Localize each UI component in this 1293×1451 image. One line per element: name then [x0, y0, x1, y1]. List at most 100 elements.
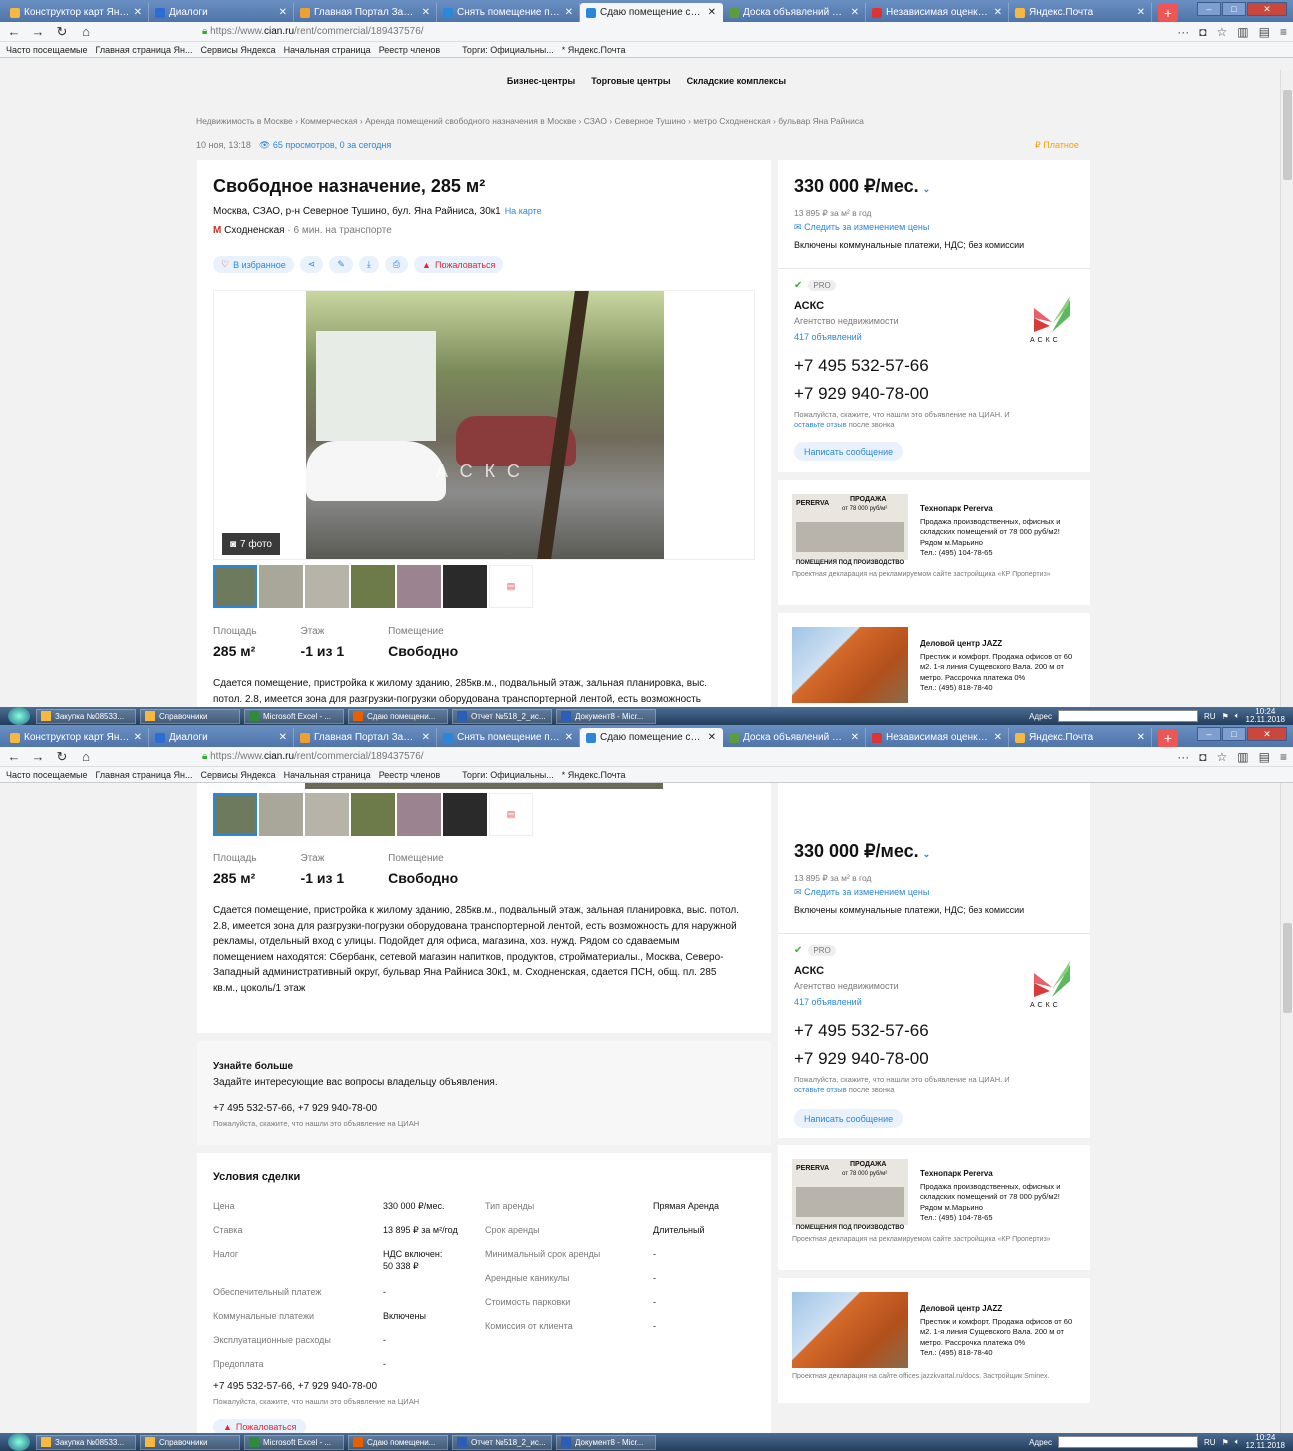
complain-button[interactable]: ▲ Пожаловаться — [213, 1419, 307, 1433]
tab-4-active[interactable]: Сдаю помещение свободно...✕ — [580, 728, 723, 747]
back-icon[interactable]: ← — [6, 24, 22, 39]
close-window-button[interactable]: ✕ — [1247, 727, 1287, 741]
sidebar-icon[interactable]: ▤ — [1259, 25, 1270, 39]
tab-7[interactable]: Яндекс.Почта ✕ — [1009, 3, 1152, 22]
share-button[interactable]: ⋖ — [299, 256, 324, 273]
close-icon[interactable]: ✕ — [994, 732, 1002, 743]
bookmark-item[interactable]: Главная страница Ян... — [96, 770, 193, 780]
language-indicator[interactable]: RU — [1204, 712, 1216, 721]
forward-icon[interactable]: → — [30, 749, 46, 764]
bookmark-item[interactable]: Сервисы Яндекса — [201, 770, 276, 780]
bookmark-item[interactable]: Реестр членов — [379, 770, 440, 780]
thumbnail[interactable] — [305, 793, 349, 836]
bookmark-item[interactable]: Реестр членов — [379, 45, 440, 55]
tab-4-active[interactable]: Сдаю помещение свободно...✕ — [580, 3, 723, 22]
nav-warehouses[interactable]: Складские комплексы — [687, 76, 787, 86]
thumbnail[interactable] — [213, 793, 257, 836]
close-icon[interactable]: ✕ — [134, 7, 142, 18]
bookmark-item[interactable]: Главная страница Ян... — [96, 45, 193, 55]
bookmark-item[interactable]: Часто посещаемые — [6, 45, 88, 55]
edit-button[interactable]: ✎ — [329, 256, 353, 273]
url-bar[interactable]: 🔒︎ https://www.cian.ru/rent/commercial/1… — [202, 751, 424, 762]
close-window-button[interactable]: ✕ — [1247, 2, 1287, 16]
volume-icon[interactable]: 🔈︎ — [1235, 1437, 1240, 1447]
tab-0[interactable]: Конструктор карт Яндекса✕ — [4, 3, 149, 22]
volume-icon[interactable]: 🔈︎ — [1235, 711, 1240, 721]
agency-listings-link[interactable]: 417 объявлений — [794, 997, 862, 1007]
back-icon[interactable]: ← — [6, 749, 22, 764]
photo-count-button[interactable]: ◙ 7 фото — [222, 533, 280, 555]
bookmark-item[interactable]: Торги: Официальны... — [462, 45, 554, 55]
taskbar-item[interactable]: Отчет №518_2_ис... — [452, 1434, 552, 1450]
page-actions-icon[interactable]: ··· — [1177, 25, 1189, 39]
pocket-icon[interactable]: ◘ — [1199, 25, 1206, 39]
taskbar-item[interactable]: Закупка №08533... — [36, 1434, 136, 1450]
close-icon[interactable]: ✕ — [851, 732, 859, 743]
agency-listings-link[interactable]: 417 объявлений — [794, 332, 862, 342]
print-button[interactable]: ⎙ — [384, 256, 409, 273]
write-message-button[interactable]: Написать сообщение — [794, 1109, 904, 1128]
bookmark-star-icon[interactable]: ☆ — [1217, 750, 1228, 764]
home-icon[interactable]: ⌂ — [78, 24, 94, 39]
deal-phones[interactable]: +7 495 532-57-66, +7 929 940-78-00 — [213, 1381, 377, 1392]
tab-1[interactable]: Диалоги ✕ — [149, 728, 294, 747]
more-info-phones[interactable]: +7 495 532-57-66, +7 929 940-78-00 — [213, 1103, 377, 1114]
bookmark-item[interactable]: * Яндекс.Почта — [562, 770, 626, 780]
minimize-button[interactable]: – — [1197, 2, 1221, 16]
bookmark-star-icon[interactable]: ☆ — [1217, 25, 1228, 39]
close-icon[interactable]: ✕ — [422, 7, 430, 18]
tab-3[interactable]: Снять помещение под общ...✕ — [437, 3, 580, 22]
menu-icon[interactable]: ≡ — [1280, 25, 1287, 39]
close-icon[interactable]: ✕ — [994, 7, 1002, 18]
map-link[interactable]: На карте — [505, 206, 542, 216]
maximize-button[interactable]: □ — [1222, 2, 1246, 16]
scrollbar[interactable] — [1280, 783, 1293, 1433]
close-icon[interactable]: ✕ — [279, 732, 287, 743]
phone-primary[interactable]: +7 495 532-57-66 — [794, 356, 929, 376]
breadcrumb[interactable]: Недвижимость в Москве › Коммерческая › А… — [196, 116, 864, 126]
taskbar-item[interactable]: Документ8 - Micr... — [556, 708, 656, 724]
tab-0[interactable]: Конструктор карт Яндекса✕ — [4, 728, 149, 747]
reload-icon[interactable]: ↻ — [54, 24, 70, 40]
start-button[interactable] — [8, 707, 30, 725]
taskbar-item[interactable]: Microsoft Excel - ... — [244, 1434, 344, 1450]
address-input[interactable] — [1058, 1436, 1198, 1448]
taskbar-item[interactable]: Справочники — [140, 708, 240, 724]
page-actions-icon[interactable]: ··· — [1177, 750, 1189, 764]
thumbnail[interactable] — [397, 565, 441, 608]
close-icon[interactable]: ✕ — [279, 7, 287, 18]
clock[interactable]: 10:24 12.11.2018 — [1246, 708, 1285, 724]
chevron-down-icon[interactable]: ⌄ — [923, 849, 931, 859]
close-icon[interactable]: ✕ — [1137, 7, 1145, 18]
chevron-down-icon[interactable]: ⌄ — [923, 184, 931, 194]
bookmark-item[interactable]: * Яндекс.Почта — [562, 45, 626, 55]
complain-button[interactable]: ▲ Пожаловаться — [414, 256, 504, 273]
bookmark-item[interactable]: Начальная страница — [284, 770, 371, 780]
taskbar-item[interactable]: Отчет №518_2_ис... — [452, 708, 552, 724]
agency-name[interactable]: АСКС — [794, 300, 824, 312]
bookmark-item[interactable]: Торги: Официальны... — [462, 770, 554, 780]
download-button[interactable]: ⤓ — [358, 256, 379, 273]
favorite-button[interactable]: ♡ В избранное — [213, 256, 294, 273]
library-icon[interactable]: ▥ — [1237, 750, 1248, 764]
tab-1[interactable]: Диалоги ✕ — [149, 3, 294, 22]
bookmark-item[interactable]: Начальная страница — [284, 45, 371, 55]
flag-icon[interactable]: ⚑ — [1222, 712, 1229, 721]
taskbar-item[interactable]: Документ8 - Micr... — [556, 1434, 656, 1450]
tab-6[interactable]: Независимая оценка недви...✕ — [866, 3, 1009, 22]
scroll-thumb[interactable] — [1283, 923, 1292, 1013]
tab-6[interactable]: Независимая оценка недви...✕ — [866, 728, 1009, 747]
clock[interactable]: 10:24 12.11.2018 — [1246, 1434, 1285, 1450]
close-icon[interactable]: ✕ — [1137, 732, 1145, 743]
tab-5[interactable]: Доска объявлений от частн...✕ — [723, 3, 866, 22]
library-icon[interactable]: ▥ — [1237, 25, 1248, 39]
menu-icon[interactable]: ≡ — [1280, 750, 1287, 764]
floor-plan-thumbnail[interactable]: ▤ — [489, 793, 533, 836]
review-link[interactable]: оставьте отзыв — [794, 1085, 847, 1094]
taskbar-item[interactable]: Закупка №08533... — [36, 708, 136, 724]
tab-5[interactable]: Доска объявлений от частн...✕ — [723, 728, 866, 747]
ad-jazz[interactable]: Деловой центр JAZZ Престиж и комфорт. Про… — [778, 613, 1090, 707]
taskbar-item[interactable]: Сдаю помещени... — [348, 708, 448, 724]
new-tab-button[interactable]: + — [1158, 4, 1178, 22]
url-bar[interactable]: 🔒︎ https://www.cian.ru/rent/commercial/1… — [202, 26, 424, 37]
